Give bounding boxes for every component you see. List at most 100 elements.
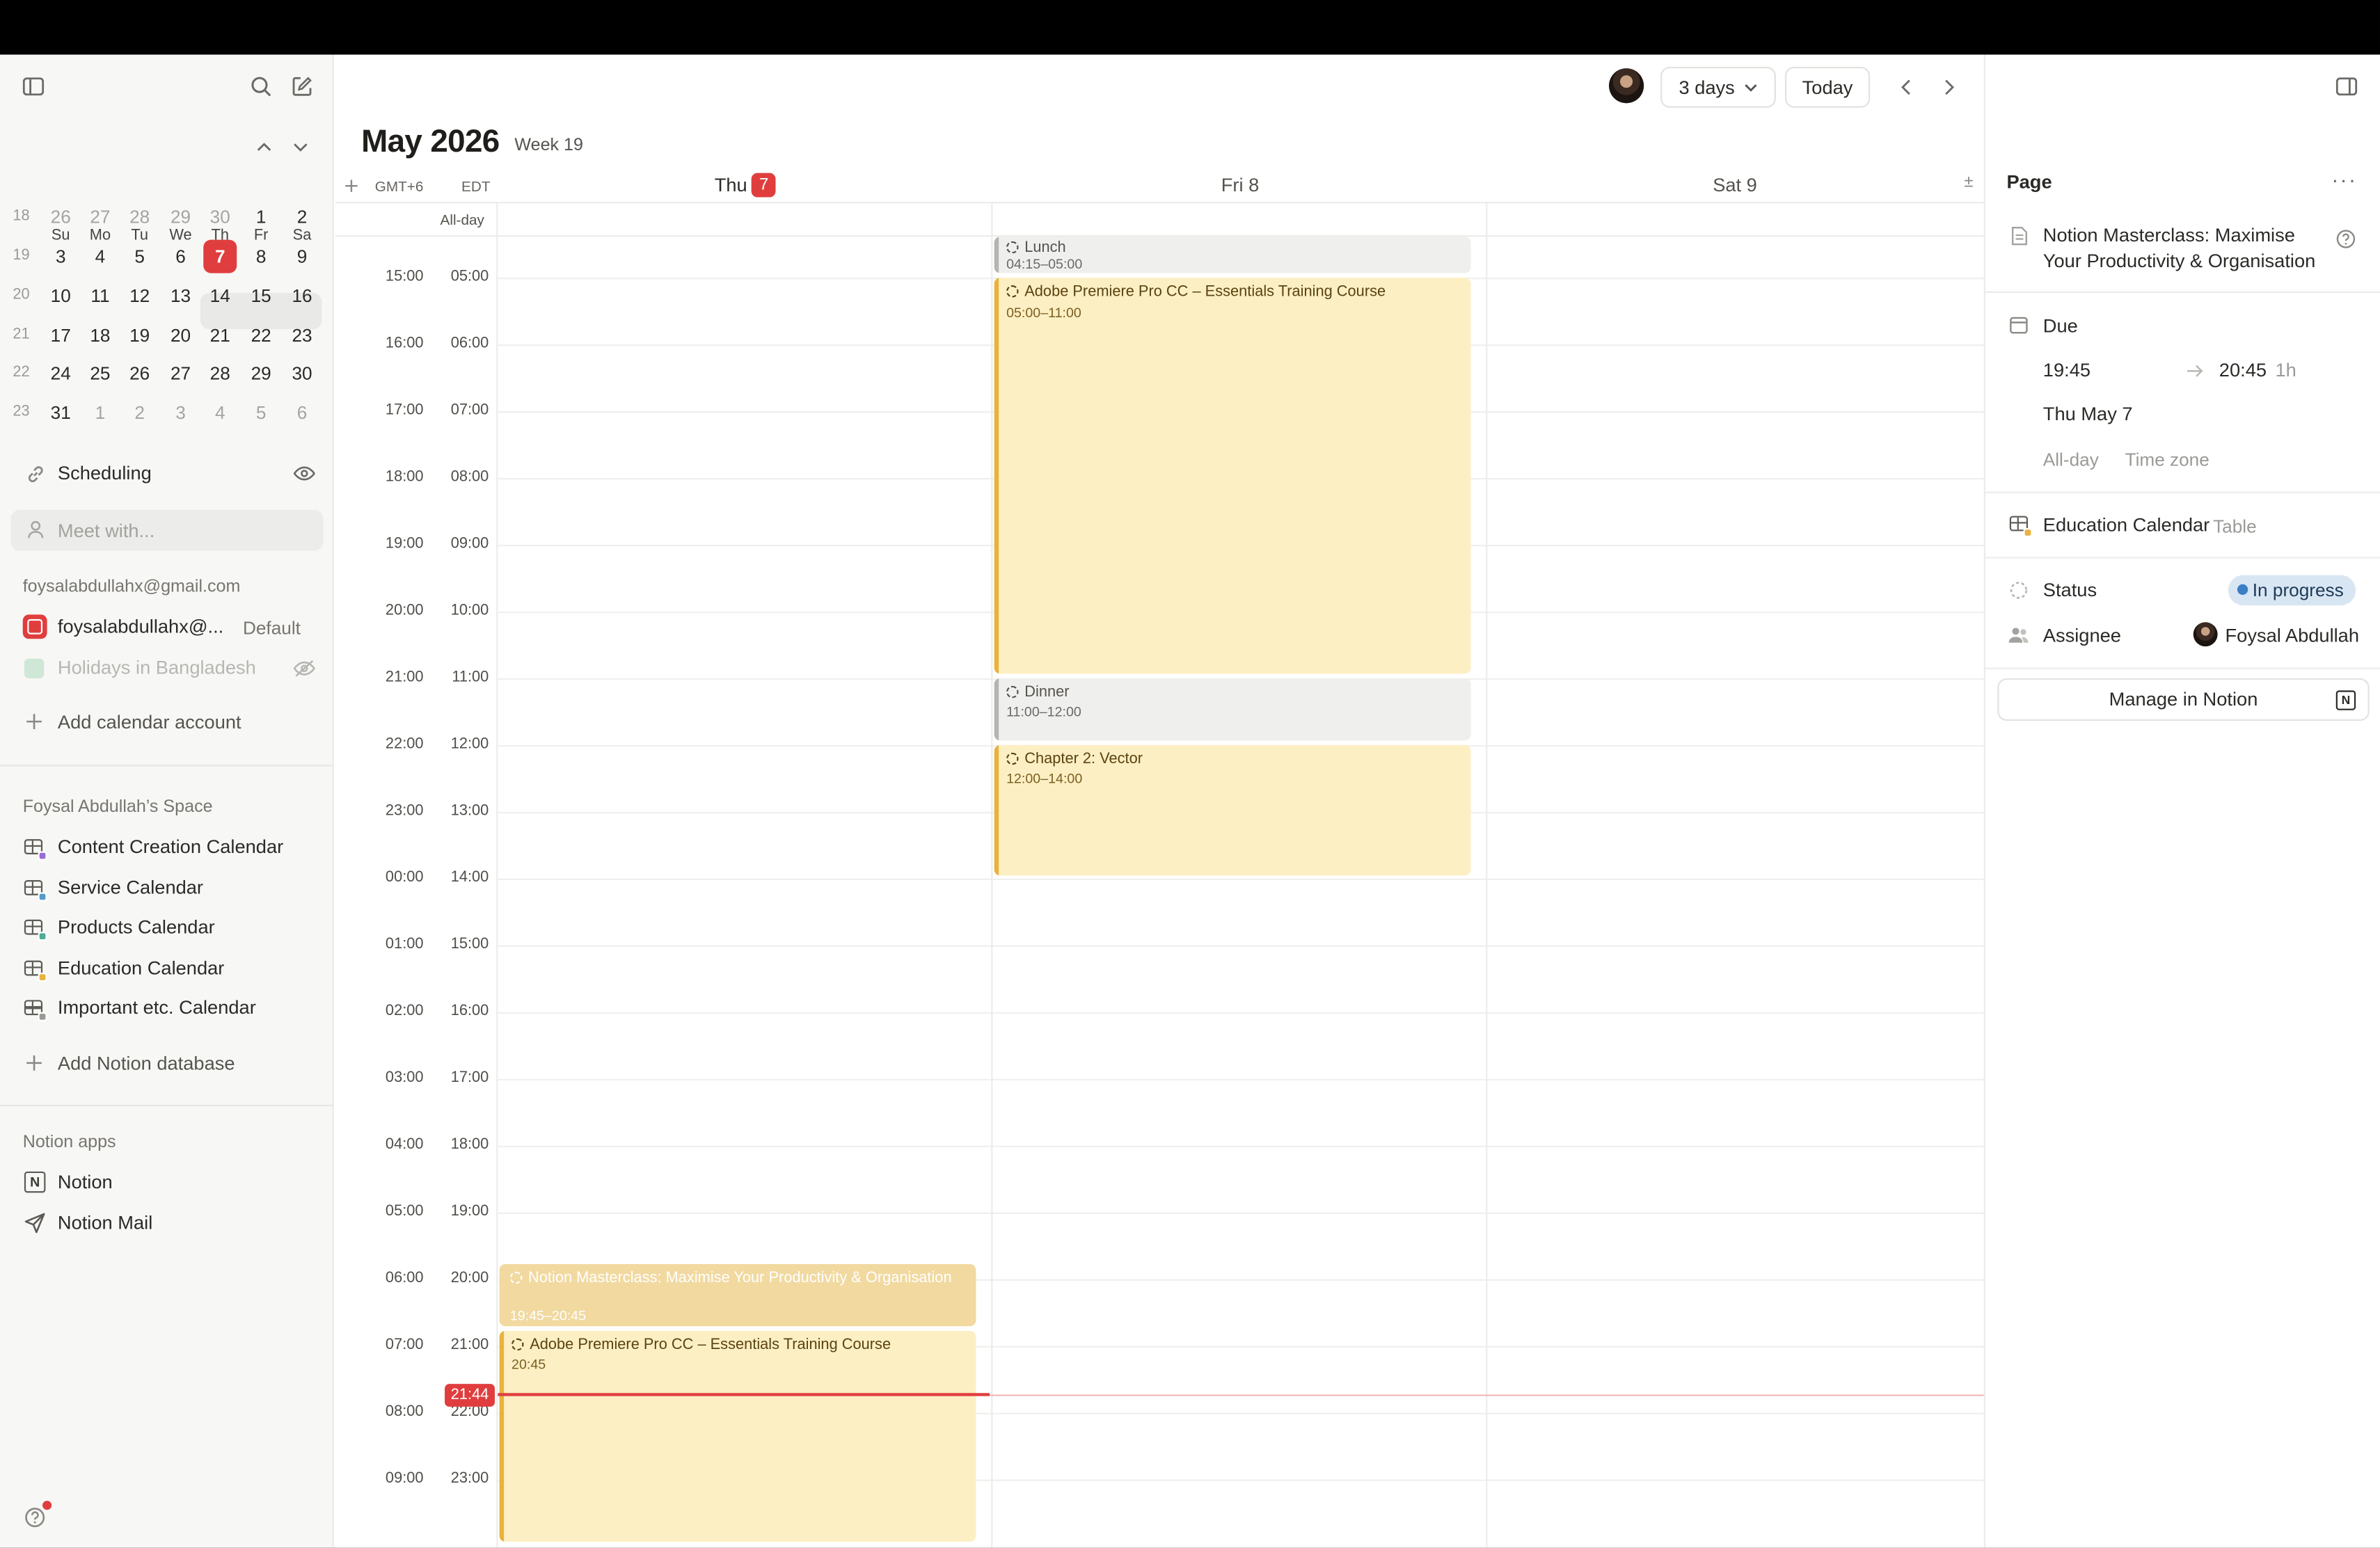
mini-calendar-day[interactable]: 15 (244, 279, 278, 312)
database-item[interactable]: Education Calendar (58, 957, 224, 979)
mini-calendar-day[interactable]: 27 (164, 357, 198, 390)
calendar-primary-name[interactable]: foysalabdullahx@... (58, 616, 223, 638)
day-header-fri[interactable]: Fri 8 (992, 170, 1487, 200)
mini-calendar-day[interactable]: 30 (285, 357, 319, 390)
expand-all-day-icon[interactable]: ± (1964, 173, 1973, 191)
mini-calendar-day[interactable]: 6 (285, 396, 319, 429)
end-time[interactable]: 20:45 (2219, 360, 2267, 381)
event-lunch[interactable]: Lunch 04:15–05:00 (994, 237, 1471, 273)
event-premiere-thu[interactable]: Adobe Premiere Pro CC – Essentials Train… (499, 1330, 976, 1542)
all-day-toggle[interactable]: All-day (2043, 449, 2099, 471)
mini-calendar-day[interactable]: 18 (84, 319, 117, 352)
mini-calendar-day[interactable]: 17 (44, 319, 77, 352)
event-chapter-2-vector[interactable]: Chapter 2: Vector 12:00–14:00 (994, 744, 1471, 876)
event-color-bar (994, 744, 999, 876)
mini-calendar-day[interactable]: 23 (285, 319, 319, 352)
calendar-color-swatch[interactable] (22, 614, 47, 639)
people-icon (2008, 623, 2030, 645)
event-dinner[interactable]: Dinner 11:00–12:00 (994, 678, 1471, 741)
help-icon[interactable] (2333, 226, 2357, 250)
mini-calendar-day[interactable]: 26 (123, 357, 157, 390)
database-item[interactable]: Content Creation Calendar (58, 836, 283, 858)
mini-calendar-day[interactable]: 3 (44, 240, 77, 273)
assignee-name[interactable]: Foysal Abdullah (2226, 625, 2360, 647)
mini-calendar-day[interactable]: 30 (203, 200, 237, 234)
mini-calendar-day[interactable]: 24 (44, 357, 77, 390)
mini-calendar-day[interactable]: 1 (244, 200, 278, 234)
database-item[interactable]: Products Calendar (58, 917, 215, 939)
eye-icon[interactable] (290, 461, 317, 486)
time-zone-option[interactable]: Time zone (2125, 449, 2210, 471)
mini-calendar-day[interactable]: 13 (164, 279, 198, 312)
database-item[interactable]: Service Calendar (58, 877, 203, 898)
mini-calendar-day[interactable]: 2 (285, 200, 319, 234)
start-time[interactable]: 19:45 (2043, 360, 2091, 381)
mini-calendar-day[interactable]: 8 (244, 240, 278, 273)
add-timezone-icon[interactable] (342, 176, 360, 194)
eye-off-icon[interactable] (290, 655, 317, 680)
event-date[interactable]: Thu May 7 (2043, 404, 2133, 425)
page-icon (2008, 223, 2030, 248)
mini-calendar-day[interactable]: 28 (203, 357, 237, 390)
mini-calendar-day[interactable]: 5 (244, 396, 278, 429)
mini-calendar-day[interactable]: 12 (123, 279, 157, 312)
mini-calendar-day[interactable]: 4 (84, 240, 117, 273)
page-title[interactable]: Notion Masterclass: Maximise Your Produc… (2043, 223, 2331, 275)
day-header-sat[interactable]: Sat 9 (1487, 170, 1982, 200)
mini-calendar-day[interactable]: 26 (44, 200, 77, 234)
status-badge[interactable]: In progress (2228, 575, 2356, 606)
mini-calendar-day[interactable]: 27 (84, 200, 117, 234)
chevron-right-icon[interactable] (1937, 74, 1961, 99)
mini-calendar-day[interactable]: 28 (123, 200, 157, 234)
add-notion-database-button[interactable]: Add Notion database (58, 1053, 235, 1075)
event-premiere-fri[interactable]: Adobe Premiere Pro CC – Essentials Train… (994, 278, 1471, 674)
database-name[interactable]: Education Calendar (2043, 514, 2210, 536)
sidebar: Su Mo Tu We Th Fr Sa 18 26 27 28 29 30 1 2 19 3 4 5 6 7 8 9 20 1… (0, 54, 334, 1548)
app-notion[interactable]: Notion (58, 1172, 113, 1193)
day-header-thu[interactable]: Thu 7 (498, 170, 992, 200)
mini-calendar-day[interactable]: 21 (203, 319, 237, 352)
holidays-calendar-name[interactable]: Holidays in Bangladesh (58, 657, 256, 678)
mini-calendar-day[interactable]: 29 (244, 357, 278, 390)
mini-calendar-day[interactable]: 6 (164, 240, 198, 273)
mini-calendar-day[interactable]: 31 (44, 396, 77, 429)
mini-calendar-day[interactable]: 10 (44, 279, 77, 312)
mini-calendar-day[interactable]: 11 (84, 279, 117, 312)
mini-calendar-day[interactable]: 19 (123, 319, 157, 352)
mini-calendar-day[interactable]: 22 (244, 319, 278, 352)
mini-calendar-day[interactable]: 9 (285, 240, 319, 273)
avatar[interactable] (1608, 68, 1644, 104)
mini-calendar-day[interactable]: 2 (123, 396, 157, 429)
today-button[interactable]: Today (1784, 66, 1871, 108)
event-notion-masterclass[interactable]: Notion Masterclass: Maximise Your Produc… (499, 1263, 976, 1327)
chevron-up-icon[interactable] (252, 135, 276, 159)
chevron-down-icon[interactable] (288, 135, 312, 159)
search-icon[interactable] (248, 73, 275, 100)
help-icon[interactable] (23, 1506, 47, 1530)
meet-with-input[interactable]: Meet with... (10, 509, 324, 551)
mini-calendar-day[interactable]: 5 (123, 240, 157, 273)
mini-calendar-day[interactable]: 14 (203, 279, 237, 312)
timezone-primary[interactable]: GMT+6 (375, 179, 424, 196)
scheduling-label[interactable]: Scheduling (58, 463, 152, 484)
mini-calendar-day[interactable]: 4 (203, 396, 237, 429)
mini-calendar-day[interactable]: 16 (285, 279, 319, 312)
panel-toggle-icon[interactable] (2333, 74, 2360, 99)
timezone-secondary[interactable]: EDT (461, 179, 490, 196)
manage-in-notion-button[interactable]: Manage in Notion N (1997, 678, 2370, 721)
app-notion-mail[interactable]: Notion Mail (58, 1213, 152, 1234)
database-item[interactable]: Important etc. Calendar (58, 998, 256, 1019)
mini-calendar-day[interactable]: 25 (84, 357, 117, 390)
chevron-left-icon[interactable] (1893, 74, 1917, 99)
more-options-icon[interactable]: ··· (2331, 167, 2357, 191)
mini-calendar-day[interactable]: 29 (164, 200, 198, 234)
sidebar-toggle-icon[interactable] (22, 74, 46, 99)
holidays-color-swatch[interactable] (24, 658, 45, 678)
add-calendar-account-button[interactable]: Add calendar account (58, 712, 241, 733)
view-selector-button[interactable]: 3 days (1660, 66, 1776, 108)
mini-calendar-day[interactable]: 7 (203, 239, 237, 273)
mini-calendar-day[interactable]: 3 (164, 396, 198, 429)
mini-calendar-day[interactable]: 20 (164, 319, 198, 352)
mini-calendar-day[interactable]: 1 (84, 396, 117, 429)
compose-icon[interactable] (288, 73, 315, 100)
